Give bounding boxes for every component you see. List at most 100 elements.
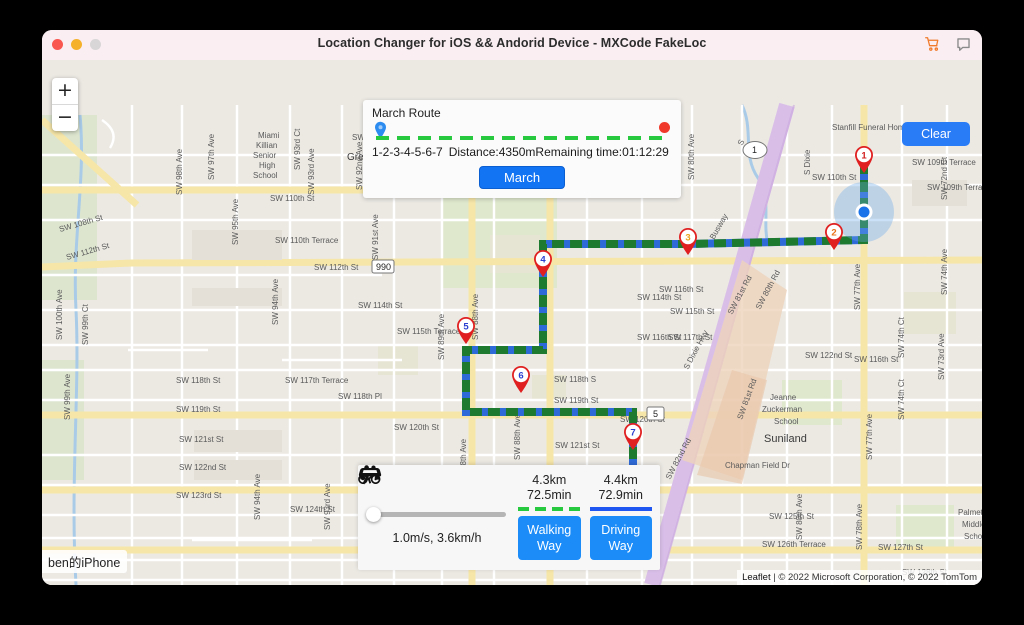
driving-way-label-1: Driving (601, 523, 641, 537)
svg-text:3: 3 (685, 233, 690, 244)
svg-text:7: 7 (630, 428, 635, 439)
svg-text:SW 116th St: SW 116th St (659, 285, 704, 294)
walking-time: 72.5min (527, 488, 572, 502)
waypoint-marker-4[interactable]: 4 (532, 248, 554, 278)
svg-text:SW 120th St: SW 120th St (394, 423, 440, 432)
route-options: 4.3km 72.5min Walking Way 4.4km 72.9min (516, 465, 660, 570)
svg-text:SW 122nd St: SW 122nd St (179, 463, 227, 472)
svg-text:5: 5 (463, 322, 469, 333)
mode-column: 1.0m/s, 3.6km/h (358, 465, 516, 570)
app-window: Location Changer for iOS && Andorid Devi… (42, 30, 982, 585)
driving-way-option: 4.4km 72.9min Driving Way (589, 473, 652, 570)
svg-text:SW 93rd Ct: SW 93rd Ct (293, 128, 302, 170)
route-panel-title: March Route (372, 106, 441, 120)
svg-text:School: School (964, 532, 982, 541)
clear-button[interactable]: Clear (902, 122, 970, 146)
svg-text:Jeanne: Jeanne (770, 393, 797, 402)
svg-text:SW 94th Ave: SW 94th Ave (271, 278, 280, 325)
slider-thumb[interactable] (366, 507, 381, 522)
march-button[interactable]: March (479, 166, 565, 189)
route-progress-dashes (376, 136, 668, 140)
svg-text:SW 112th St: SW 112th St (314, 263, 359, 272)
cart-icon[interactable] (924, 35, 941, 54)
svg-text:SW 123rd St: SW 123rd St (176, 491, 222, 500)
window-title: Location Changer for iOS && Andorid Devi… (317, 36, 707, 50)
svg-text:4: 4 (540, 255, 546, 266)
svg-text:High: High (259, 161, 275, 170)
svg-text:SW 118th St: SW 118th St (176, 376, 221, 385)
walking-way-label-2: Way (536, 539, 562, 553)
end-dot-icon (659, 122, 670, 133)
svg-text:SW 126th Terrace: SW 126th Terrace (762, 540, 826, 549)
waypoint-marker-7[interactable]: 7 (622, 421, 644, 451)
svg-text:SW 80th Ave: SW 80th Ave (795, 493, 804, 540)
map-attribution: Leaflet | © 2022 Microsoft Corporation, … (737, 570, 982, 585)
device-label: ben的iPhone (42, 550, 128, 573)
waypoint-marker-6[interactable]: 6 (510, 364, 532, 394)
zoom-out-button[interactable]: − (52, 105, 78, 131)
speed-slider[interactable] (366, 507, 506, 522)
walking-way-button[interactable]: Walking Way (518, 516, 581, 560)
svg-text:SW 119th St: SW 119th St (554, 396, 599, 405)
waypoint-marker-1[interactable]: 1 (853, 144, 875, 174)
svg-text:SW 77th Ave: SW 77th Ave (865, 413, 874, 460)
svg-text:SW 119th St: SW 119th St (176, 405, 221, 414)
svg-text:SW 117th Terrace: SW 117th Terrace (285, 376, 349, 385)
driving-distance: 4.4km (603, 473, 638, 487)
svg-text:SW 97th Ave: SW 97th Ave (207, 133, 216, 180)
svg-text:SW 109th Terrace: SW 109th Terrace (927, 183, 982, 192)
svg-text:SW 110th St: SW 110th St (812, 173, 857, 182)
svg-text:Miami: Miami (258, 131, 280, 140)
svg-text:990: 990 (376, 262, 391, 272)
svg-text:SW 99th Ave: SW 99th Ave (63, 373, 72, 420)
attribution-text: | © 2022 Microsoft Corporation, © 2022 T… (770, 572, 977, 583)
svg-text:Chapman Field Dr: Chapman Field Dr (725, 461, 790, 470)
waypoint-marker-5[interactable]: 5 (455, 315, 477, 345)
svg-text:Zuckerman: Zuckerman (762, 405, 802, 414)
waypoint-marker-3[interactable]: 3 (677, 226, 699, 256)
svg-text:SW 88th Ave: SW 88th Ave (513, 413, 522, 460)
walking-way-option: 4.3km 72.5min Walking Way (518, 473, 581, 570)
svg-text:SW 89th Ave: SW 89th Ave (437, 313, 446, 360)
svg-text:SW 95th Ave: SW 95th Ave (231, 198, 240, 245)
route-meta: 1-2-3-4-5-6-7 Distance:4350m Remaining t… (372, 145, 672, 159)
svg-text:SW 73rd Ave: SW 73rd Ave (937, 333, 946, 380)
svg-text:SW 94th Ave: SW 94th Ave (253, 473, 262, 520)
svg-text:SW 114th St: SW 114th St (358, 301, 403, 310)
march-route-panel: March Route 1-2-3-4-5-6-7 Distance:4350m… (363, 100, 681, 198)
svg-text:SW 121st St: SW 121st St (555, 441, 600, 450)
route-waypoints: 1-2-3-4-5-6-7 (372, 145, 443, 159)
svg-text:SW 93rd Ave: SW 93rd Ave (307, 148, 316, 195)
driving-way-button[interactable]: Driving Way (589, 516, 652, 560)
walking-route-line (518, 507, 581, 511)
svg-text:1: 1 (752, 145, 757, 155)
svg-text:SW 118th S: SW 118th S (554, 375, 596, 384)
driving-route-line (589, 507, 652, 511)
driving-time: 72.9min (598, 488, 643, 502)
svg-text:6: 6 (518, 371, 523, 382)
title-bar-icons (924, 35, 972, 54)
svg-text:S Dixie: S Dixie (803, 149, 812, 175)
map-canvas[interactable]: Miami Killian Senior High School Green-M… (42, 60, 982, 585)
speed-value-label: 1.0m/s, 3.6km/h (392, 531, 482, 545)
svg-text:SW 74th Ave: SW 74th Ave (940, 248, 949, 295)
svg-text:SW 74th Ct: SW 74th Ct (897, 378, 906, 420)
svg-text:2: 2 (831, 228, 836, 239)
svg-text:SW 127th St: SW 127th St (878, 543, 924, 552)
svg-text:Senior: Senior (253, 151, 276, 160)
svg-text:SW 122nd St: SW 122nd St (805, 351, 853, 360)
svg-text:5: 5 (653, 409, 658, 419)
svg-text:1: 1 (861, 151, 867, 162)
leaflet-link[interactable]: Leaflet (742, 572, 771, 583)
zoom-in-button[interactable]: + (52, 78, 78, 105)
chat-icon[interactable] (955, 35, 972, 54)
waypoint-marker-2[interactable]: 2 (823, 221, 845, 251)
svg-text:School: School (774, 417, 799, 426)
svg-text:SW 114th St: SW 114th St (637, 293, 682, 302)
svg-text:SW 78th Ave: SW 78th Ave (855, 503, 864, 550)
svg-text:SW 115th Terrace: SW 115th Terrace (397, 327, 461, 336)
route-distance: Distance:4350m (448, 145, 536, 159)
slider-track[interactable] (372, 512, 506, 517)
svg-text:SW 116th St: SW 116th St (854, 355, 899, 364)
walking-distance: 4.3km (532, 473, 567, 487)
